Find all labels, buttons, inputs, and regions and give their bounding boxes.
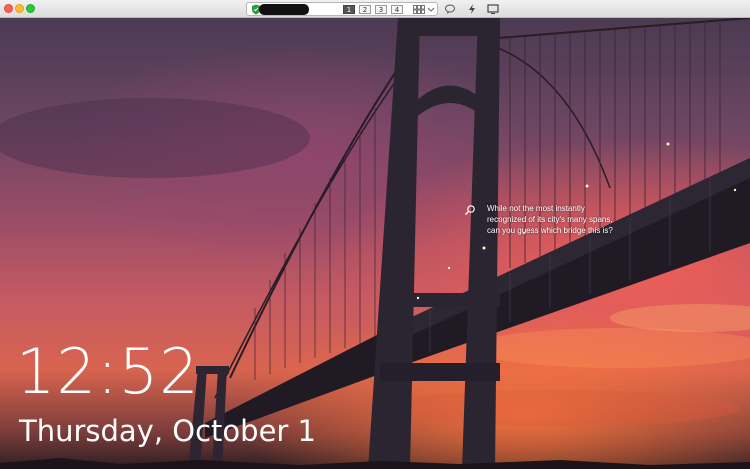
top-toolbar: 1 2 3 4	[0, 0, 750, 18]
grid-icon[interactable]	[413, 5, 425, 14]
screen-tab-4[interactable]: 4	[391, 5, 403, 14]
spotlight-caption[interactable]: While not the most instantly recognized …	[487, 203, 621, 236]
minimize-window-button[interactable]	[15, 4, 24, 13]
chevron-down-icon[interactable]	[427, 5, 435, 14]
redacted-address	[259, 4, 309, 15]
clock-date: Thursday, October 1	[19, 414, 317, 448]
lock-screen[interactable]: While not the most instantly recognized …	[0, 18, 750, 469]
lightning-icon[interactable]	[466, 3, 478, 15]
search-icon[interactable]	[464, 204, 476, 216]
zoom-window-button[interactable]	[26, 4, 35, 13]
clock-time: 12:52	[16, 335, 200, 408]
screen-tab-2[interactable]: 2	[359, 5, 371, 14]
remote-session-bar[interactable]: 1 2 3 4	[246, 2, 438, 16]
monitor-icon[interactable]	[487, 3, 499, 15]
screen-tab-1[interactable]: 1	[343, 5, 355, 14]
screen-tab-3[interactable]: 3	[375, 5, 387, 14]
chat-icon[interactable]	[444, 3, 456, 15]
close-window-button[interactable]	[4, 4, 13, 13]
